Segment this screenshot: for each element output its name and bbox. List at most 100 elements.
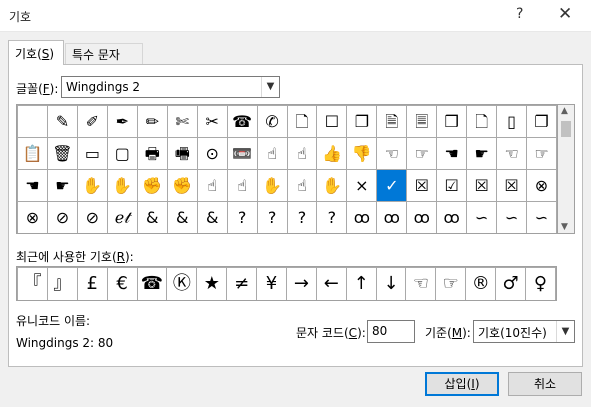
chevron-down-icon[interactable]: ▼ <box>556 321 574 342</box>
recent-symbol-cell[interactable]: ♀ <box>525 267 556 300</box>
recent-symbols[interactable]: 『』 £ € ☎ Ⓚ ★ ≠ ¥ → ← ↑ ↓ ☜ ☞ ® ♂ ♀ <box>16 266 557 301</box>
symbol-cell[interactable]: ☚ <box>17 169 48 202</box>
insert-button[interactable]: 삽입(I) <box>425 372 499 396</box>
recent-symbol-cell[interactable]: → <box>285 267 317 300</box>
help-button[interactable]: ? <box>516 6 523 22</box>
recent-symbol-cell[interactable]: ☞ <box>435 267 467 300</box>
symbol-cell[interactable]: ꝏ <box>376 201 408 233</box>
scroll-down-icon[interactable]: ▼ <box>561 222 568 232</box>
symbol-cell[interactable]: ✆ <box>256 105 288 138</box>
symbol-cell[interactable]: ? <box>316 201 348 233</box>
symbol-cell[interactable]: & <box>196 201 228 233</box>
symbol-cell[interactable]: ꝏ <box>436 201 468 233</box>
symbol-cell[interactable]: ☎ <box>226 105 258 138</box>
recent-symbol-cell[interactable]: € <box>106 267 138 300</box>
symbol-cell[interactable]: ✐ <box>76 105 108 138</box>
recent-symbol-cell[interactable]: ♂ <box>495 267 527 300</box>
scroll-thumb[interactable] <box>561 121 571 137</box>
symbol-cell[interactable]: ☝ <box>256 137 288 170</box>
symbol-cell[interactable]: 🖷 <box>166 137 198 170</box>
symbol-cell[interactable]: ? <box>256 201 288 233</box>
symbol-cell[interactable]: ∽ <box>496 201 528 233</box>
symbol-cell[interactable]: 📋 <box>17 137 48 170</box>
symbol-cell[interactable]: ☝ <box>226 169 258 202</box>
symbol-cell[interactable]: ⊘ <box>46 201 78 233</box>
symbol-cell[interactable]: ✏ <box>136 105 168 138</box>
chevron-down-icon[interactable]: ▼ <box>261 77 279 97</box>
recent-symbol-cell[interactable]: £ <box>76 267 108 300</box>
symbol-cell[interactable]: ✋ <box>106 169 138 202</box>
symbol-cell[interactable]: ✎ <box>46 105 78 138</box>
font-select[interactable]: Wingdings 2 ▼ <box>61 76 280 98</box>
symbol-cell[interactable]: ✋ <box>256 169 288 202</box>
symbol-cell[interactable]: ☑ <box>436 169 468 202</box>
recent-symbol-cell[interactable]: ★ <box>196 267 228 300</box>
symbol-cell[interactable]: 🗏 <box>406 105 438 138</box>
symbol-cell[interactable]: ✓ <box>376 169 408 202</box>
symbol-cell[interactable]: ☜ <box>376 137 408 170</box>
symbol-cell[interactable]: ✄ <box>166 105 198 138</box>
symbol-cell[interactable]: & <box>136 201 168 233</box>
symbol-cell[interactable]: ✂ <box>196 105 228 138</box>
symbol-cell[interactable]: ☐ <box>316 105 348 138</box>
symbol-cell[interactable]: ❒ <box>436 105 468 138</box>
recent-symbol-cell[interactable]: ¥ <box>256 267 287 300</box>
symbol-cell[interactable]: ❐ <box>346 105 378 138</box>
symbol-cell[interactable]: ☞ <box>406 137 438 170</box>
symbol-cell[interactable]: 🗑 <box>46 137 78 170</box>
symbol-cell[interactable]: ☒ <box>406 169 438 202</box>
recent-symbol-cell[interactable]: ↑ <box>345 267 377 300</box>
recent-symbol-cell[interactable]: ® <box>465 267 497 300</box>
symbol-cell[interactable]: ☛ <box>46 169 78 202</box>
char-code-input[interactable]: 80 <box>367 320 415 343</box>
symbol-cell[interactable]: ✊ <box>136 169 168 202</box>
symbol-cell[interactable]: 🗎 <box>376 105 408 138</box>
symbol-cell[interactable]: ☜ <box>496 137 528 170</box>
symbol-cell[interactable]: ⊗ <box>526 169 557 202</box>
symbol-cell[interactable]: ⊙ <box>196 137 228 170</box>
symbol-cell[interactable]: 🗋 <box>466 105 498 138</box>
symbol-cell[interactable]: ❐ <box>526 105 557 138</box>
symbol-cell[interactable]: ☞ <box>526 137 557 170</box>
cancel-button[interactable]: 취소 <box>508 372 582 396</box>
symbol-cell[interactable]: 🖶 <box>136 137 168 170</box>
symbol-cell[interactable]: ▯ <box>496 105 528 138</box>
symbol-cell[interactable]: & <box>166 201 198 233</box>
symbol-cell[interactable]: ꝏ <box>346 201 378 233</box>
symbol-cell[interactable]: ☝ <box>286 137 318 170</box>
symbol-cell[interactable]: ▭ <box>76 137 108 170</box>
symbol-cell[interactable]: ☝ <box>286 169 318 202</box>
base-select[interactable]: 기호(10진수) ▼ <box>473 320 575 343</box>
symbol-cell[interactable]: ꝏ <box>406 201 438 233</box>
symbol-cell[interactable]: ☛ <box>466 137 498 170</box>
symbol-cell[interactable]: ? <box>286 201 318 233</box>
symbol-cell[interactable]: ✒ <box>106 105 138 138</box>
symbol-cell[interactable]: ∽ <box>526 201 557 233</box>
recent-symbol-cell[interactable]: ☜ <box>405 267 437 300</box>
symbol-cell[interactable]: 🗋 <box>286 105 318 138</box>
tab-symbols[interactable]: 기호(S) <box>8 40 64 65</box>
recent-symbol-cell[interactable]: ≠ <box>226 267 258 300</box>
symbol-grid[interactable]: ✎ ✐ ✒ ✏ ✄ ✂ ☎ ✆ 🗋 ☐ ❐ 🗎 🗏 ❒ 🗋 ▯ ❐ 📋 🗑 ▭ ▢ 🖶 🖷 ⊙ 📼 ☝ ☝ 👍 👎 ☜ ☞ ☚ ☛ ☜ ☞ ☚ ☛ ✋ ✋ ✊… <box>16 104 558 234</box>
symbol-cell[interactable]: ⊘ <box>76 201 108 233</box>
recent-symbol-cell[interactable]: 』 <box>46 267 78 300</box>
symbol-cell[interactable]: 👎 <box>346 137 378 170</box>
symbol-cell[interactable]: × <box>346 169 378 202</box>
tab-special-characters[interactable]: 특수 문자(P) <box>65 43 143 77</box>
recent-symbol-cell[interactable]: Ⓚ <box>166 267 198 300</box>
recent-symbol-cell[interactable]: ↓ <box>375 267 407 300</box>
symbol-cell[interactable]: 📼 <box>226 137 258 170</box>
symbol-cell[interactable]: ☒ <box>496 169 528 202</box>
symbol-cell[interactable]: ✋ <box>76 169 108 202</box>
recent-symbol-cell[interactable]: ← <box>315 267 347 300</box>
symbol-cell[interactable]: ☒ <box>466 169 498 202</box>
close-button[interactable]: ✕ <box>558 4 572 24</box>
symbol-cell[interactable]: ✊ <box>166 169 198 202</box>
symbol-grid-scrollbar[interactable]: ▲ ▼ <box>558 104 575 234</box>
symbol-cell[interactable]: ▢ <box>106 137 138 170</box>
recent-symbol-cell[interactable]: 『 <box>17 267 48 300</box>
symbol-cell[interactable]: ∽ <box>466 201 498 233</box>
symbol-cell[interactable]: 👍 <box>316 137 348 170</box>
symbol-cell[interactable]: ☚ <box>436 137 468 170</box>
symbol-cell[interactable]: ✋ <box>316 169 348 202</box>
